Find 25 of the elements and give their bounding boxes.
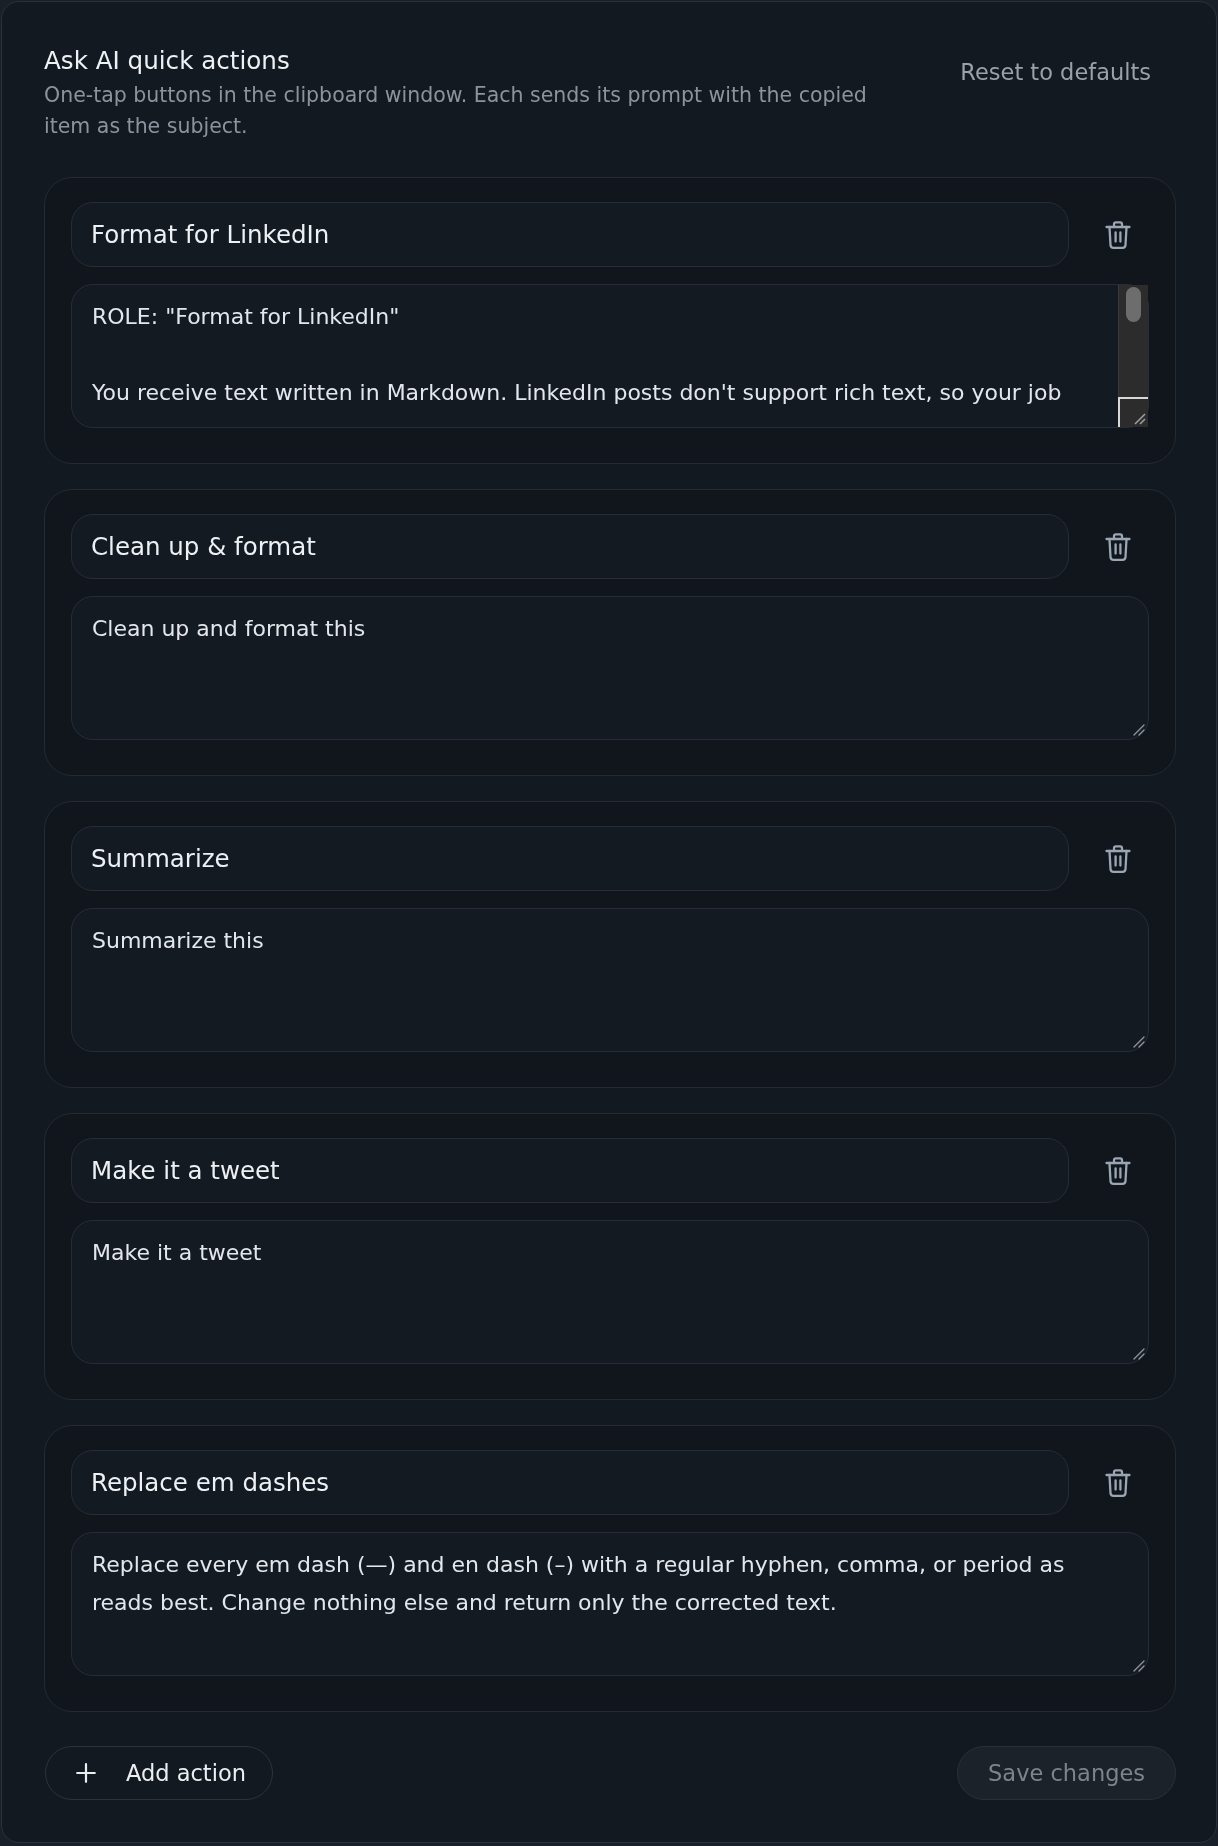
prompt-field[interactable]: Replace every em dash (—) and en dash (–) with a regular hyphen, comma, or period as reads best. Change nothing else and return only the corrected text. <box>71 1532 1149 1676</box>
prompt-field[interactable]: Clean up and format this <box>71 596 1149 740</box>
resize-grip-icon[interactable] <box>1133 1660 1145 1672</box>
resize-grip-icon[interactable] <box>1133 724 1145 736</box>
reset-defaults-button[interactable]: Reset to defaults <box>948 50 1163 94</box>
prompt-field[interactable]: Summarize this <box>71 908 1149 1052</box>
action-name-field[interactable]: Make it a tweet <box>71 1138 1069 1203</box>
scrollbar[interactable] <box>1118 285 1148 427</box>
resize-grip-icon[interactable] <box>1133 1036 1145 1048</box>
trash-icon <box>1105 1467 1131 1498</box>
prompt-field[interactable]: Make it a tweet <box>71 1220 1149 1364</box>
plus-icon <box>76 1763 96 1783</box>
trash-icon <box>1105 219 1131 250</box>
trash-icon <box>1105 843 1131 874</box>
section-title: Ask AI quick actions <box>44 46 291 76</box>
section-description: One-tap buttons in the clipboard window. Each sends its prompt with the copied item as the subject. <box>44 82 868 140</box>
trash-icon <box>1105 1155 1131 1186</box>
trash-icon <box>1105 531 1131 562</box>
scrollbar-thumb[interactable] <box>1126 287 1141 322</box>
action-name-field[interactable]: Format for LinkedIn <box>71 202 1069 267</box>
action-name-field[interactable]: Replace em dashes <box>71 1450 1069 1515</box>
resize-grip-icon[interactable] <box>1133 1348 1145 1360</box>
action-name-field[interactable]: Clean up & format <box>71 514 1069 579</box>
prompt-field[interactable]: ROLE: "Format for LinkedIn" You receive text written in Markdown. LinkedIn posts don't support rich text, so your job <box>71 284 1149 428</box>
action-name-field[interactable]: Summarize <box>71 826 1069 891</box>
